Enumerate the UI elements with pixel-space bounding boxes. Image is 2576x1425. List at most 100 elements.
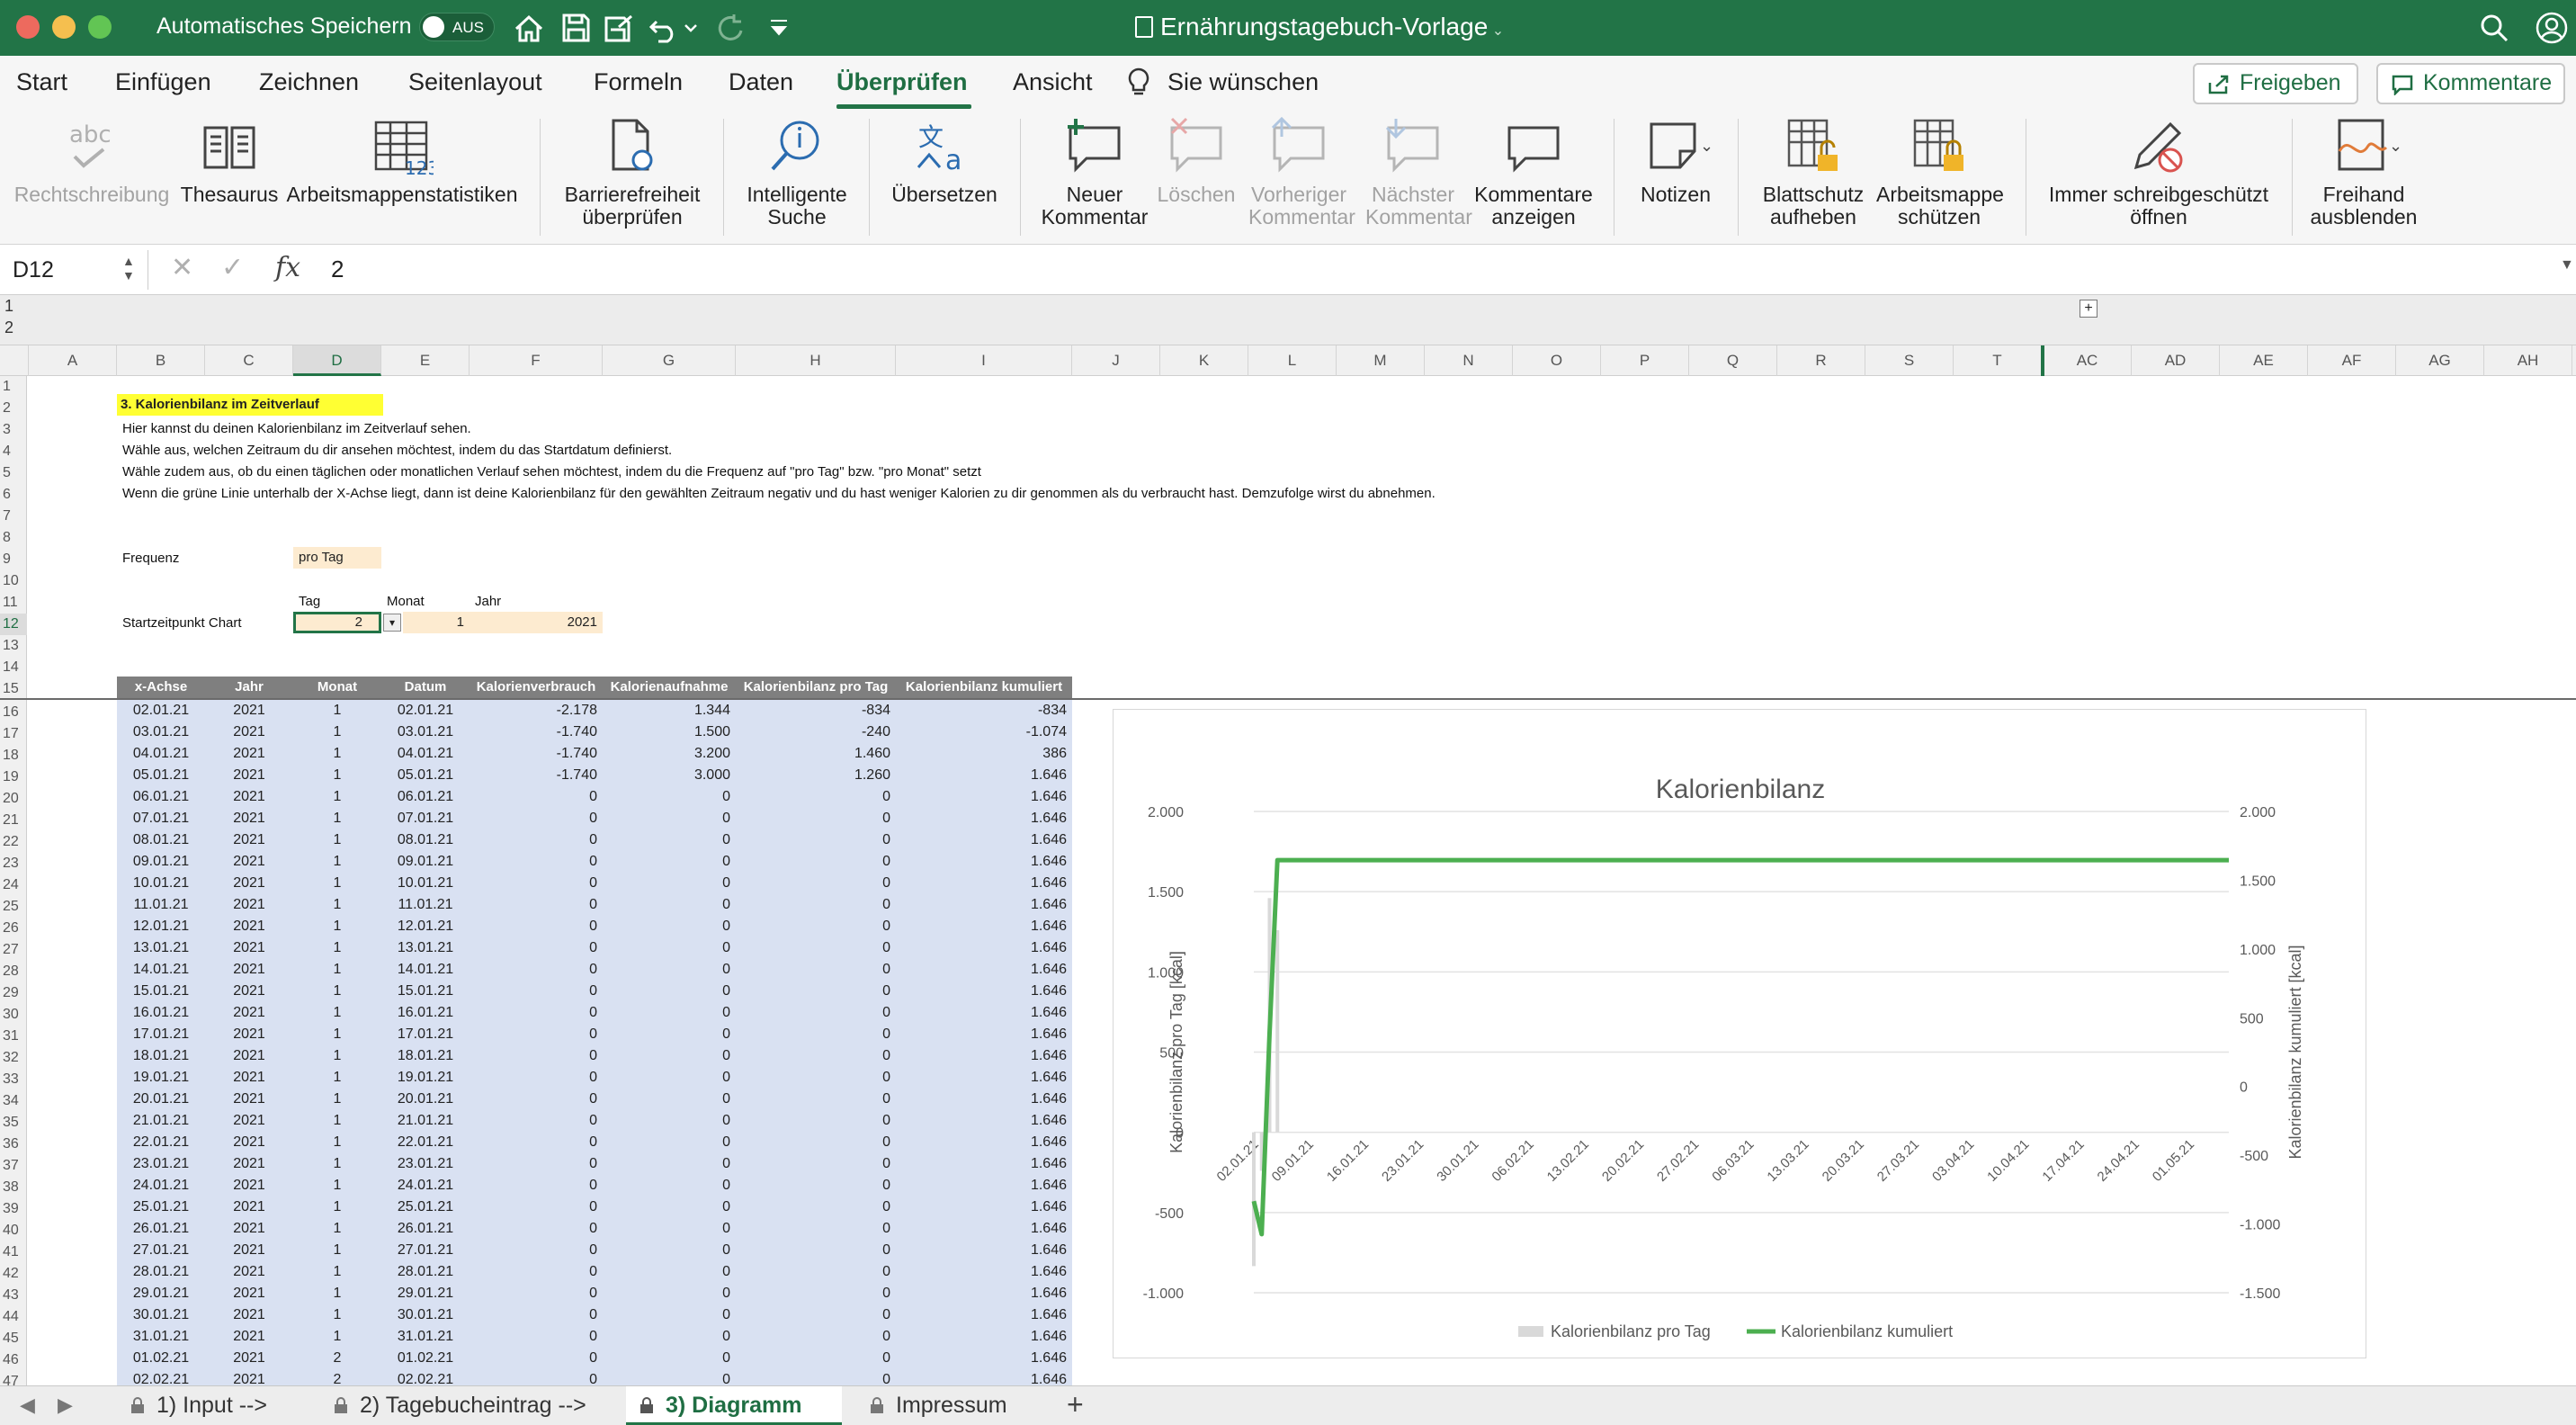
table-cell[interactable]: 0	[470, 1369, 603, 1385]
undo-icon[interactable]	[646, 11, 682, 45]
table-cell[interactable]: 0	[603, 1002, 736, 1024]
table-cell[interactable]: 2021	[205, 894, 293, 916]
table-cell[interactable]: 0	[470, 786, 603, 808]
table-cell[interactable]: 0	[470, 1304, 603, 1326]
table-cell[interactable]: 3.200	[603, 743, 736, 765]
table-cell[interactable]: 23.01.21	[117, 1153, 205, 1175]
table-cell[interactable]: 0	[603, 786, 736, 808]
table-cell[interactable]: 22.01.21	[117, 1132, 205, 1153]
tab-start[interactable]: Start	[16, 68, 67, 96]
table-cell[interactable]: 02.01.21	[117, 700, 205, 721]
frequency-select[interactable]: pro Tag	[293, 547, 381, 569]
table-cell[interactable]: 1	[293, 1110, 381, 1132]
table-cell[interactable]: 2021	[205, 808, 293, 829]
table-cell[interactable]: 0	[736, 1283, 896, 1304]
table-cell[interactable]: 1.646	[896, 916, 1072, 937]
table-cell[interactable]: 0	[736, 1067, 896, 1089]
table-cell[interactable]: 0	[603, 1175, 736, 1196]
row-header[interactable]: 41	[0, 1241, 27, 1263]
table-cell[interactable]: 10.01.21	[381, 873, 470, 894]
row-header[interactable]: 13	[0, 635, 27, 657]
table-cell[interactable]: 1.646	[896, 765, 1072, 786]
name-box-stepper-icon[interactable]: ▲ ▼	[122, 254, 135, 282]
table-cell[interactable]: 02.02.21	[117, 1369, 205, 1385]
table-cell[interactable]: 1	[293, 1283, 381, 1304]
undo-dropdown-icon[interactable]	[682, 11, 700, 45]
table-cell[interactable]: 0	[470, 959, 603, 981]
table-cell[interactable]: 0	[603, 959, 736, 981]
table-cell[interactable]: 09.01.21	[117, 851, 205, 873]
always-open-read-only-button[interactable]: Immer schreibgeschützt öffnen	[2042, 115, 2276, 229]
row-header[interactable]: 32	[0, 1047, 27, 1069]
table-cell[interactable]: -1.740	[470, 721, 603, 743]
maximize-window-button[interactable]	[88, 15, 112, 39]
outline-level-2[interactable]: 2	[4, 318, 13, 337]
row-header[interactable]: 34	[0, 1090, 27, 1112]
save-icon[interactable]	[558, 11, 594, 45]
table-cell[interactable]: 1	[293, 1304, 381, 1326]
table-cell[interactable]: 1.500	[603, 721, 736, 743]
table-cell[interactable]: 0	[736, 959, 896, 981]
col-header-h[interactable]: H	[736, 345, 896, 376]
table-cell[interactable]: 1	[293, 1153, 381, 1175]
table-cell[interactable]: -1.740	[470, 765, 603, 786]
next-sheet-icon[interactable]: ▶	[58, 1394, 73, 1417]
translate-button[interactable]: 文a Übersetzen	[881, 115, 1007, 206]
table-cell[interactable]: 03.01.21	[381, 721, 470, 743]
table-cell[interactable]: 1.646	[896, 851, 1072, 873]
table-cell[interactable]: 1	[293, 808, 381, 829]
table-cell[interactable]: 1	[293, 1175, 381, 1196]
table-cell[interactable]: 0	[470, 1261, 603, 1283]
table-cell[interactable]: 386	[896, 743, 1072, 765]
table-cell[interactable]: 1	[293, 765, 381, 786]
table-cell[interactable]: 31.01.21	[381, 1326, 470, 1348]
row-header[interactable]: 28	[0, 961, 27, 982]
table-cell[interactable]: 0	[470, 1218, 603, 1240]
table-cell[interactable]: 0	[603, 873, 736, 894]
table-cell[interactable]: 0	[470, 981, 603, 1002]
row-header[interactable]: 8	[0, 527, 27, 549]
table-cell[interactable]: 0	[470, 1067, 603, 1089]
row-header[interactable]: 7	[0, 506, 27, 527]
table-cell[interactable]: 0	[470, 1240, 603, 1261]
table-cell[interactable]: 2021	[205, 1175, 293, 1196]
formula-input[interactable]: 2	[331, 255, 344, 283]
autosave-toggle[interactable]: AUS	[419, 13, 495, 41]
table-cell[interactable]: 07.01.21	[117, 808, 205, 829]
col-header-r[interactable]: R	[1777, 345, 1865, 376]
table-cell[interactable]: 1.646	[896, 808, 1072, 829]
table-cell[interactable]: 0	[736, 873, 896, 894]
table-cell[interactable]: 1.646	[896, 1110, 1072, 1132]
table-cell[interactable]: 0	[470, 1283, 603, 1304]
table-cell[interactable]: 1	[293, 981, 381, 1002]
row-header[interactable]: 14	[0, 657, 27, 678]
table-cell[interactable]: 1.646	[896, 1283, 1072, 1304]
table-cell[interactable]: 1.646	[896, 1002, 1072, 1024]
table-cell[interactable]: 2021	[205, 1132, 293, 1153]
table-cell[interactable]: 2021	[205, 1196, 293, 1218]
table-cell[interactable]: 2021	[205, 721, 293, 743]
worksheet-grid[interactable]: 1 2 3 4 5 6 7 8 9 10 11 12 13 14 15 16 17 18 19 20 21 22 23 24 2…	[0, 376, 2576, 1385]
tab-view[interactable]: Ansicht	[1013, 68, 1093, 96]
table-cell[interactable]: 01.02.21	[381, 1348, 470, 1369]
delete-comment-button[interactable]: Löschen	[1155, 115, 1238, 206]
redo-icon[interactable]	[712, 11, 748, 45]
row-header[interactable]: 30	[0, 1004, 27, 1026]
col-header-ae[interactable]: AE	[2220, 345, 2308, 376]
table-cell[interactable]: 1.646	[896, 1153, 1072, 1175]
table-cell[interactable]: 17.01.21	[381, 1024, 470, 1045]
table-cell[interactable]: 1.646	[896, 1024, 1072, 1045]
table-cell[interactable]: 1.646	[896, 894, 1072, 916]
cancel-icon[interactable]: ✕	[171, 252, 193, 283]
table-cell[interactable]: 0	[736, 786, 896, 808]
table-cell[interactable]: 2021	[205, 873, 293, 894]
col-header-ag[interactable]: AG	[2396, 345, 2484, 376]
table-cell[interactable]: 28.01.21	[117, 1261, 205, 1283]
table-cell[interactable]: 0	[603, 1110, 736, 1132]
row-header[interactable]: 42	[0, 1263, 27, 1285]
table-cell[interactable]: 17.01.21	[117, 1024, 205, 1045]
expand-group-icon[interactable]: +	[2080, 300, 2097, 318]
table-cell[interactable]: 27.01.21	[381, 1240, 470, 1261]
table-cell[interactable]: 2021	[205, 1002, 293, 1024]
tab-formulas[interactable]: Formeln	[594, 68, 683, 96]
